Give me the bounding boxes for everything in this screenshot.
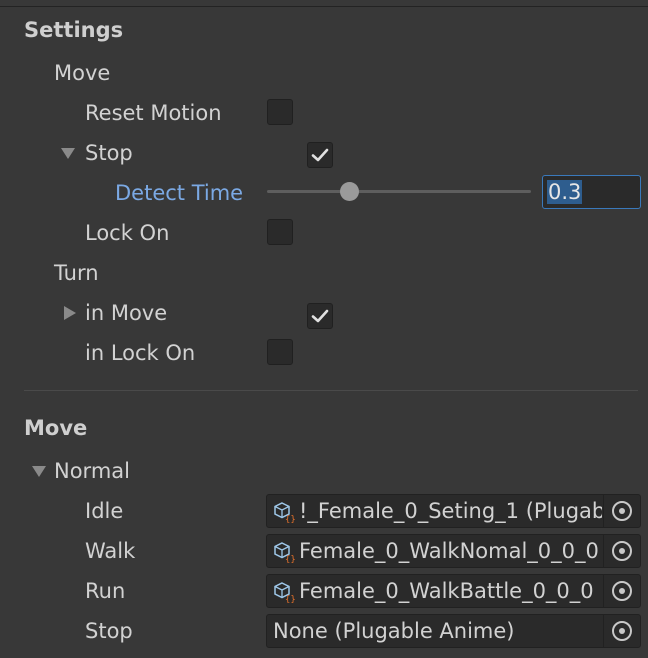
run-object-field[interactable]: {} Female_0_WalkBattle_0_0_0 (Plugable A…	[266, 574, 641, 608]
detect-time-input[interactable]: 0.3	[542, 175, 641, 209]
object-picker-icon	[612, 621, 632, 641]
scriptable-object-icon: {}	[274, 542, 295, 563]
stop-label: Stop	[85, 141, 133, 165]
stop-anim-value: None (Plugable Anime)	[273, 619, 515, 643]
object-picker-icon	[612, 541, 632, 561]
move-group-label: Move	[54, 61, 111, 85]
detect-time-slider-thumb[interactable]	[340, 182, 359, 201]
stop-checkbox[interactable]	[307, 142, 333, 168]
checkmark-icon	[311, 148, 329, 162]
scriptable-object-icon: {}	[274, 582, 295, 603]
stop-anim-label: Stop	[85, 619, 133, 643]
idle-value: !_Female_0_Seting_1 (Plugable Anime)	[299, 499, 602, 523]
lock-on-label: Lock On	[85, 221, 170, 245]
settings-header: Settings	[24, 18, 124, 42]
detect-time-slider-track[interactable]	[267, 190, 531, 193]
normal-group-label: Normal	[54, 459, 130, 483]
detect-time-label: Detect Time	[115, 181, 244, 205]
svg-text:{}: {}	[285, 595, 295, 603]
section-divider	[24, 390, 638, 391]
checkmark-icon	[311, 309, 329, 323]
in-lock-on-label: in Lock On	[85, 341, 196, 365]
svg-text:{}: {}	[285, 515, 295, 523]
object-picker-icon	[612, 581, 632, 601]
detect-time-value: 0.3	[547, 180, 583, 204]
normal-foldout-expanded-icon[interactable]	[31, 463, 47, 479]
top-divider	[0, 6, 648, 7]
lock-on-checkbox[interactable]	[267, 219, 293, 245]
run-value: Female_0_WalkBattle_0_0_0 (Plugable Anim…	[299, 579, 602, 603]
in-lock-on-checkbox[interactable]	[267, 339, 293, 365]
in-move-label: in Move	[85, 301, 168, 325]
stop-foldout-expanded-icon[interactable]	[60, 145, 76, 161]
in-move-checkbox[interactable]	[307, 303, 333, 329]
idle-object-picker-button[interactable]	[603, 495, 640, 527]
idle-object-field[interactable]: {} !_Female_0_Seting_1 (Plugable Anime)	[266, 494, 641, 528]
move-section-header: Move	[24, 416, 88, 440]
stop-object-picker-button[interactable]	[603, 615, 640, 647]
in-move-foldout-collapsed-icon[interactable]	[62, 305, 78, 321]
run-label: Run	[85, 579, 126, 603]
idle-label: Idle	[85, 499, 124, 523]
walk-value: Female_0_WalkNomal_0_0_0 (Plugable Anime…	[299, 539, 602, 563]
reset-motion-checkbox[interactable]	[267, 99, 293, 125]
walk-object-field[interactable]: {} Female_0_WalkNomal_0_0_0 (Plugable An…	[266, 534, 641, 568]
walk-object-picker-button[interactable]	[603, 535, 640, 567]
svg-text:{}: {}	[285, 555, 295, 563]
run-object-picker-button[interactable]	[603, 575, 640, 607]
turn-group-label: Turn	[54, 261, 99, 285]
scriptable-object-icon: {}	[274, 502, 295, 523]
walk-label: Walk	[85, 539, 136, 563]
stop-object-field[interactable]: None (Plugable Anime)	[266, 614, 641, 648]
reset-motion-label: Reset Motion	[85, 101, 222, 125]
object-picker-icon	[612, 501, 632, 521]
